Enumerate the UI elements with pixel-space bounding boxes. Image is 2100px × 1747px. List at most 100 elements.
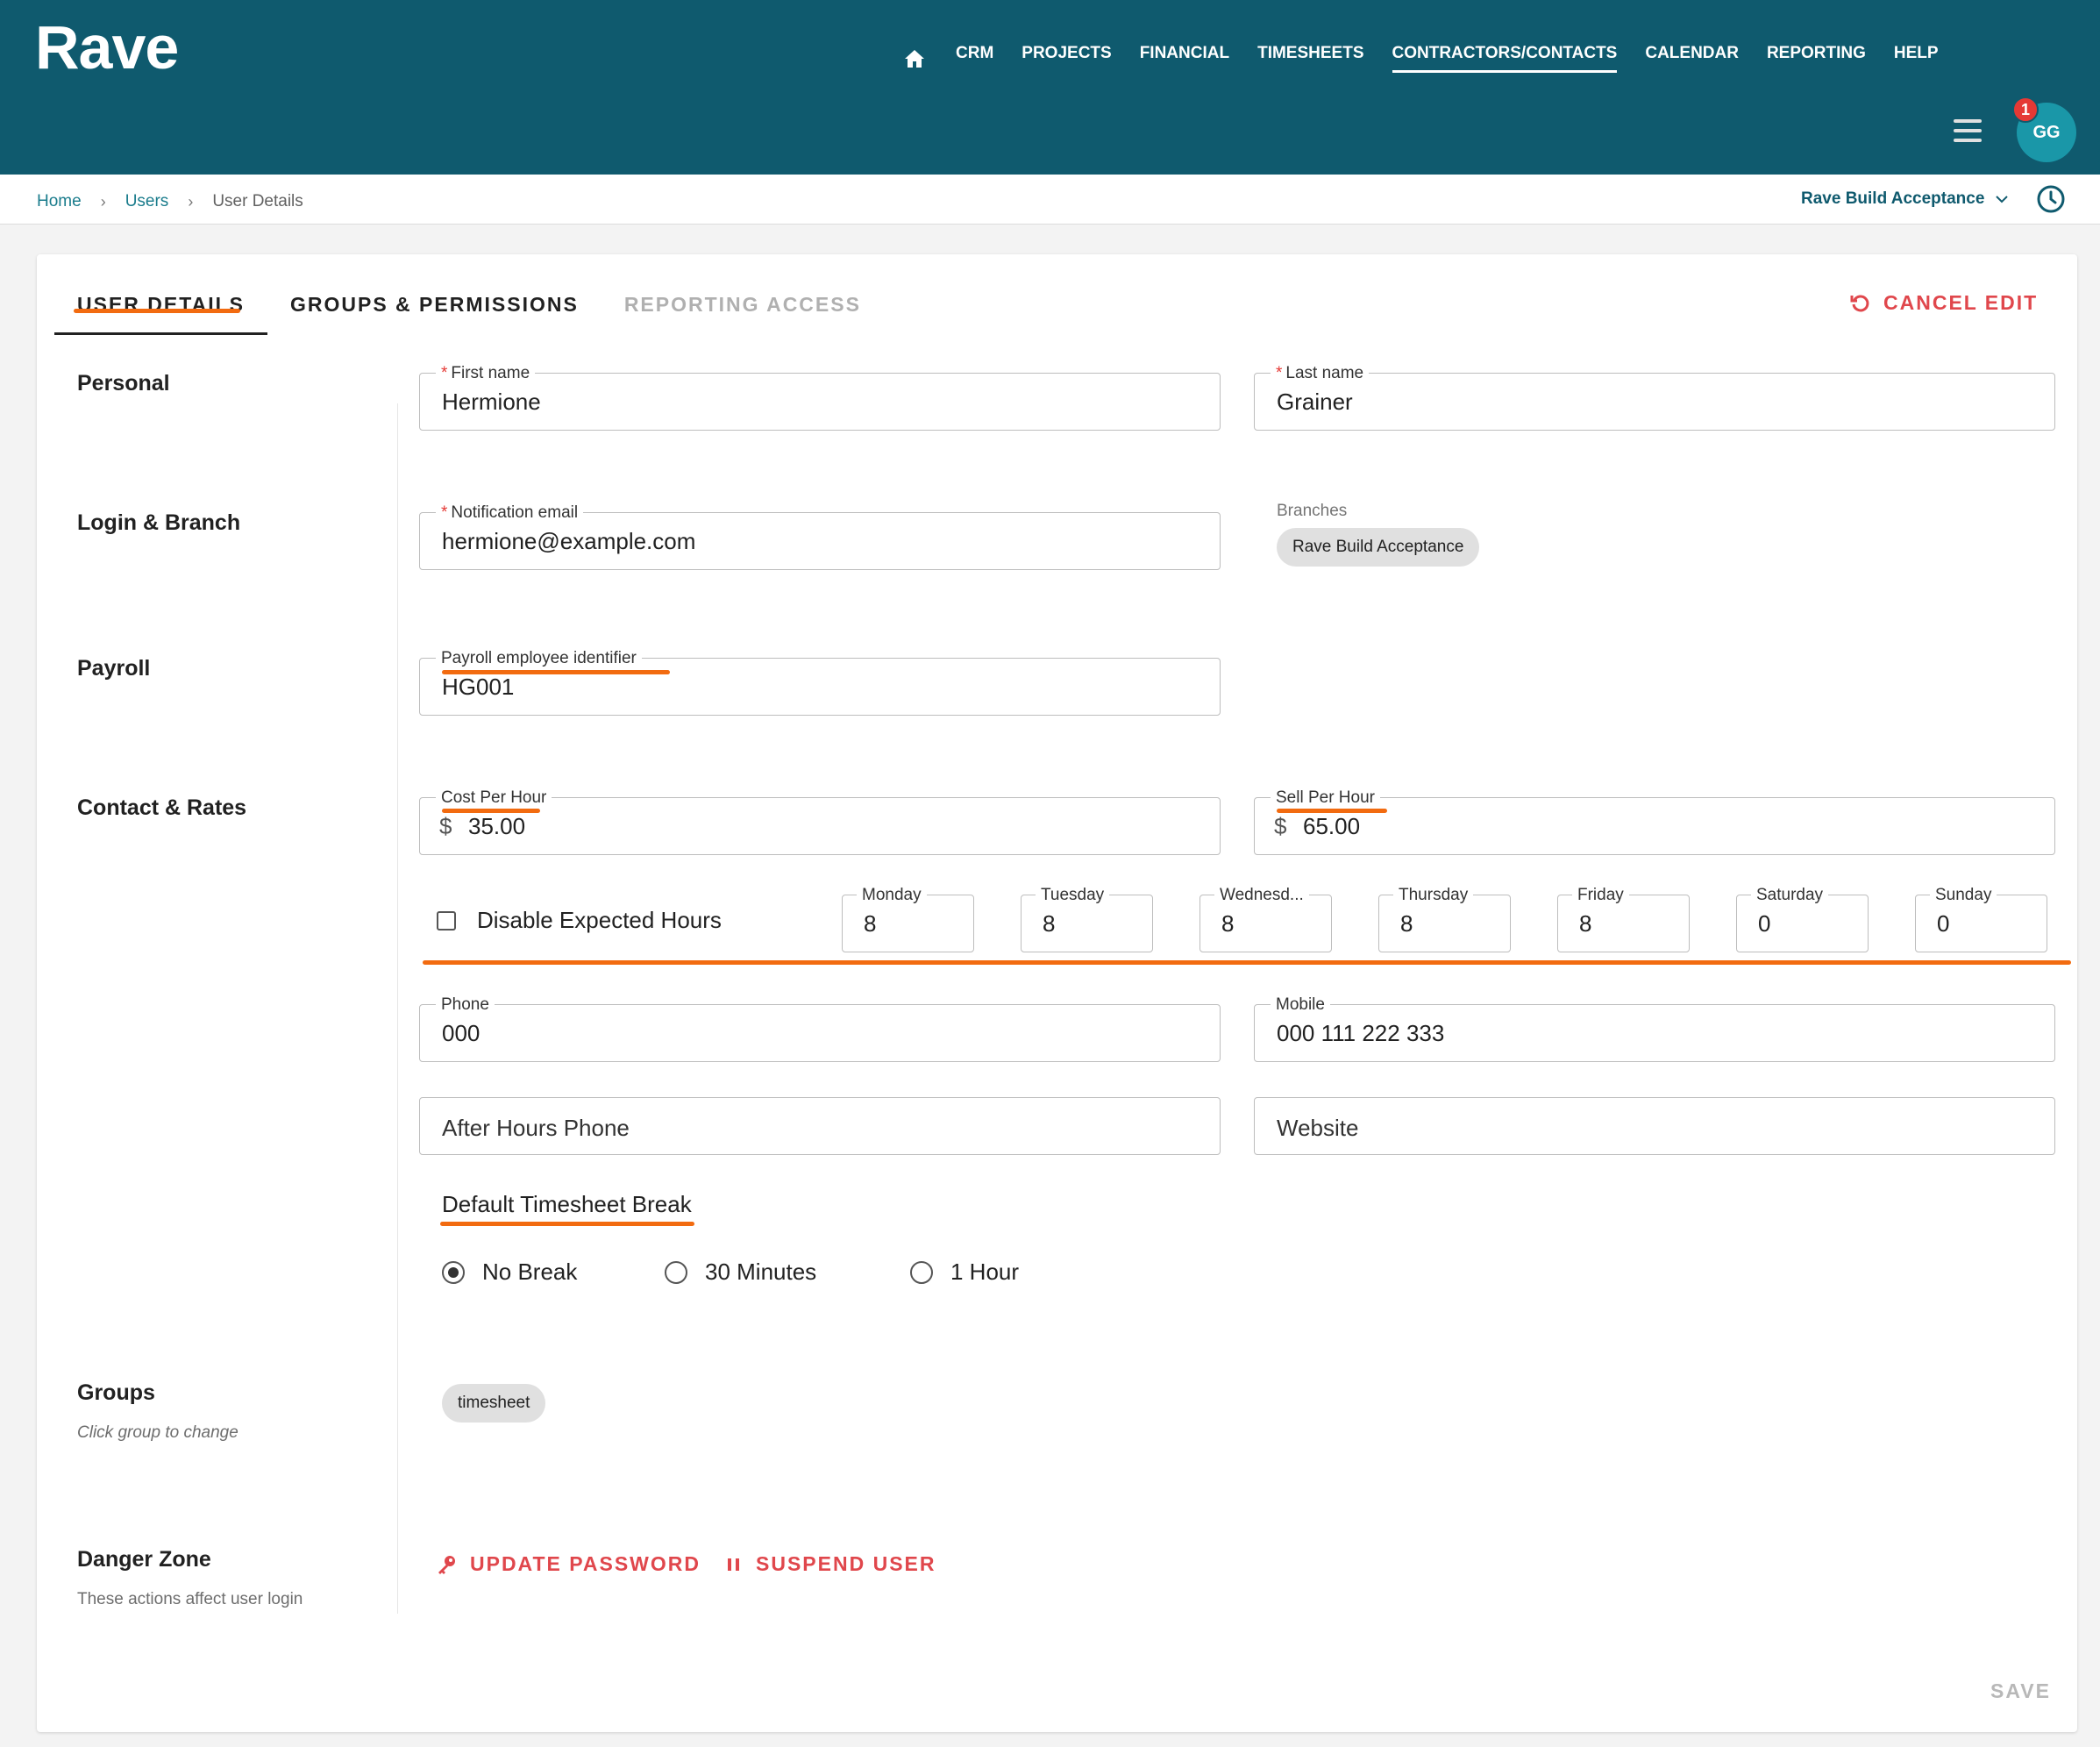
nav-crm[interactable]: CRM — [956, 44, 993, 73]
notification-email-field[interactable]: * Notification email hermione@example.com — [419, 503, 1221, 570]
cancel-edit-button[interactable]: CANCEL EDIT — [1850, 282, 2038, 324]
app-logo[interactable]: Rave — [35, 12, 179, 82]
nav-help[interactable]: HELP — [1894, 44, 1939, 73]
last-name-label: Last name — [1285, 364, 1364, 382]
section-contact-rates: Contact & Rates — [77, 795, 247, 820]
cost-per-hour-label: Cost Per Hour — [441, 788, 547, 807]
notification-badge[interactable]: 1 — [2012, 96, 2039, 123]
tab-bar: USER DETAILS GROUPS & PERMISSIONS REPORT… — [54, 281, 884, 335]
danger-zone-hint: These actions affect user login — [77, 1590, 303, 1608]
chevron-right-icon: › — [100, 192, 106, 210]
hours-wednesday[interactable]: Wednesd... 8 — [1199, 886, 1332, 952]
phone-value: 000 — [442, 1020, 481, 1046]
phone-label: Phone — [441, 995, 489, 1014]
dollar-icon: $ — [439, 813, 452, 839]
after-hours-phone-placeholder: After Hours Phone — [442, 1115, 630, 1141]
groups-hint: Click group to change — [77, 1423, 238, 1442]
section-danger-zone: Danger Zone — [77, 1547, 211, 1572]
hours-value: 8 — [1043, 910, 1056, 937]
hours-saturday[interactable]: Saturday 0 — [1736, 886, 1869, 952]
nav-contractors-contacts[interactable]: CONTRACTORS/CONTACTS — [1392, 44, 1618, 73]
branch-selector-value: Rave Build Acceptance — [1801, 189, 1985, 208]
after-hours-phone-field[interactable]: After Hours Phone — [419, 1097, 1221, 1155]
breadcrumb-users[interactable]: Users — [125, 192, 169, 211]
hours-monday[interactable]: Monday 8 — [842, 886, 974, 952]
hours-thursday[interactable]: Thursday 8 — [1378, 886, 1511, 952]
last-name-value: Grainer — [1277, 389, 1353, 415]
first-name-value: Hermione — [442, 389, 541, 415]
first-name-label: First name — [451, 364, 530, 382]
suspend-user-label: SUSPEND USER — [756, 1552, 936, 1575]
section-divider — [397, 403, 398, 1614]
nav-calendar[interactable]: CALENDAR — [1645, 44, 1739, 73]
history-clock-icon[interactable] — [2036, 184, 2066, 214]
hours-sunday[interactable]: Sunday 0 — [1915, 886, 2047, 952]
user-details-card: USER DETAILS GROUPS & PERMISSIONS REPORT… — [37, 254, 2077, 1732]
hours-value: 8 — [864, 910, 877, 937]
group-chip-timesheet[interactable]: timesheet — [442, 1384, 546, 1423]
timesheet-break-title: Default Timesheet Break — [442, 1191, 692, 1217]
mobile-value: 000 111 222 333 — [1277, 1020, 1445, 1046]
branches-label: Branches — [1277, 502, 1348, 520]
section-login-branch: Login & Branch — [77, 510, 241, 535]
annotation-underline — [442, 809, 540, 813]
hours-value: 8 — [1400, 910, 1413, 937]
annotation-underline — [423, 960, 2071, 965]
sell-per-hour-field[interactable]: Sell Per Hour $ 65.00 — [1254, 788, 2055, 855]
radio-label: 30 Minutes — [705, 1259, 817, 1285]
last-name-field[interactable]: * Last name Grainer — [1254, 364, 2055, 431]
cost-per-hour-value: 35.00 — [468, 813, 526, 839]
main-nav: CRM PROJECTS FINANCIAL TIMESHEETS CONTRA… — [903, 44, 1967, 73]
first-name-field[interactable]: * First name Hermione — [419, 364, 1221, 431]
phone-field[interactable]: Phone 000 — [419, 995, 1221, 1062]
mobile-field[interactable]: Mobile 000 111 222 333 — [1254, 995, 2055, 1062]
key-icon — [438, 1555, 455, 1574]
hours-tuesday[interactable]: Tuesday 8 — [1021, 886, 1153, 952]
update-password-button[interactable]: UPDATE PASSWORD — [435, 1552, 701, 1576]
disable-expected-hours-checkbox[interactable] — [437, 910, 456, 931]
top-header: Rave CRM PROJECTS FINANCIAL TIMESHEETS C… — [0, 0, 2100, 175]
cancel-edit-label: CANCEL EDIT — [1883, 291, 2039, 314]
mobile-label: Mobile — [1276, 995, 1325, 1014]
suspend-user-button[interactable]: SUSPEND USER — [724, 1552, 936, 1576]
hours-value: 8 — [1221, 910, 1235, 937]
radio-button[interactable] — [665, 1260, 687, 1284]
cost-per-hour-field[interactable]: Cost Per Hour $ 35.00 — [419, 788, 1221, 855]
branch-selector[interactable]: Rave Build Acceptance — [1801, 189, 2009, 209]
breadcrumb-current: User Details — [212, 192, 303, 210]
nav-timesheets[interactable]: TIMESHEETS — [1257, 44, 1363, 73]
hours-value: 8 — [1579, 910, 1592, 937]
radio-button[interactable] — [442, 1260, 465, 1284]
radio-label: 1 Hour — [950, 1259, 1020, 1285]
radio-button[interactable] — [910, 1260, 933, 1284]
menu-icon[interactable] — [1954, 119, 1982, 142]
tab-groups-permissions[interactable]: GROUPS & PERMISSIONS — [267, 281, 602, 335]
branch-chip[interactable]: Rave Build Acceptance — [1277, 528, 1480, 567]
tab-user-details[interactable]: USER DETAILS — [54, 281, 267, 335]
radio-1-hour[interactable]: 1 Hour — [910, 1259, 1019, 1286]
chevron-right-icon: › — [188, 192, 194, 210]
day-label: Friday — [1572, 886, 1629, 905]
radio-no-break[interactable]: No Break — [442, 1259, 577, 1286]
nav-reporting[interactable]: REPORTING — [1767, 44, 1866, 73]
disable-expected-hours[interactable]: Disable Expected Hours — [437, 907, 722, 934]
save-button[interactable]: SAVE — [1990, 1679, 2051, 1703]
home-icon[interactable] — [903, 47, 926, 70]
hours-value: 0 — [1758, 910, 1771, 937]
breadcrumb-home[interactable]: Home — [37, 192, 82, 211]
website-placeholder: Website — [1277, 1115, 1359, 1141]
annotation-underline — [440, 1222, 694, 1226]
tab-reporting-access[interactable]: REPORTING ACCESS — [602, 281, 884, 335]
pause-icon — [728, 1558, 739, 1571]
dollar-icon: $ — [1274, 813, 1287, 839]
hours-friday[interactable]: Friday 8 — [1557, 886, 1690, 952]
nav-projects[interactable]: PROJECTS — [1022, 44, 1111, 73]
payroll-id-field[interactable]: Payroll employee identifier HG001 — [419, 649, 1221, 716]
annotation-underline — [442, 670, 670, 674]
day-label: Thursday — [1393, 886, 1474, 905]
nav-financial[interactable]: FINANCIAL — [1140, 44, 1229, 73]
radio-30-minutes[interactable]: 30 Minutes — [665, 1259, 816, 1286]
section-groups: Groups — [77, 1380, 155, 1405]
website-field[interactable]: Website — [1254, 1097, 2055, 1155]
undo-icon — [1850, 295, 1869, 311]
